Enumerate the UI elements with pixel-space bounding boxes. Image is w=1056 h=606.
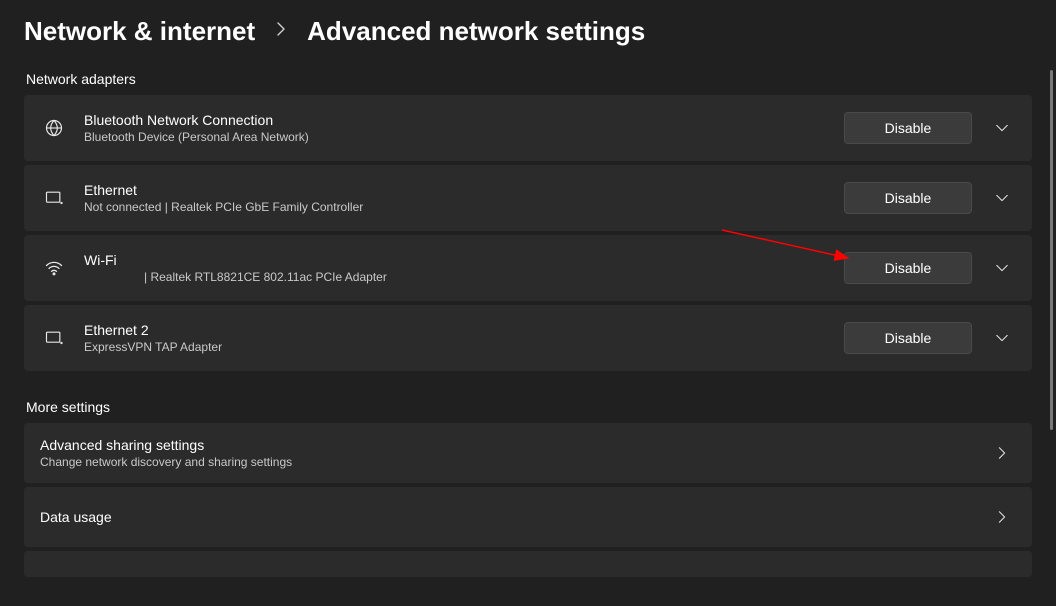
adapter-subtitle: Bluetooth Device (Personal Area Network) <box>84 130 844 144</box>
more-settings-row[interactable] <box>24 551 1032 577</box>
more-row-title: Advanced sharing settings <box>40 437 988 453</box>
globe-icon <box>42 118 66 138</box>
disable-button[interactable]: Disable <box>844 322 972 354</box>
adapter-row[interactable]: Wi-Fi | Realtek RTL8821CE 802.11ac PCIe … <box>24 235 1032 301</box>
adapter-row[interactable]: Ethernet 2 ExpressVPN TAP Adapter Disabl… <box>24 305 1032 371</box>
adapter-title: Bluetooth Network Connection <box>84 112 844 128</box>
more-settings-row[interactable]: Data usage <box>24 487 1032 547</box>
monitor-icon <box>42 188 66 208</box>
adapter-subtitle: | Realtek RTL8821CE 802.11ac PCIe Adapte… <box>84 270 844 284</box>
adapter-row[interactable]: Bluetooth Network Connection Bluetooth D… <box>24 95 1032 161</box>
disable-button[interactable]: Disable <box>844 182 972 214</box>
chevron-down-icon[interactable] <box>988 184 1016 212</box>
adapter-title: Wi-Fi <box>84 252 844 268</box>
adapter-row[interactable]: Ethernet Not connected | Realtek PCIe Gb… <box>24 165 1032 231</box>
disable-button[interactable]: Disable <box>844 252 972 284</box>
chevron-down-icon[interactable] <box>988 114 1016 142</box>
breadcrumb-parent[interactable]: Network & internet <box>24 16 255 47</box>
page-title: Advanced network settings <box>307 16 645 47</box>
adapter-title: Ethernet 2 <box>84 322 844 338</box>
more-settings-row[interactable]: Advanced sharing settings Change network… <box>24 423 1032 483</box>
chevron-down-icon[interactable] <box>988 324 1016 352</box>
section-title-adapters: Network adapters <box>26 71 1032 87</box>
breadcrumb: Network & internet Advanced network sett… <box>24 14 1032 47</box>
chevron-right-icon[interactable] <box>988 503 1016 531</box>
more-row-subtitle: Change network discovery and sharing set… <box>40 455 988 469</box>
adapter-subtitle: Not connected | Realtek PCIe GbE Family … <box>84 200 844 214</box>
disable-button[interactable]: Disable <box>844 112 972 144</box>
adapter-subtitle: ExpressVPN TAP Adapter <box>84 340 844 354</box>
section-title-more: More settings <box>26 399 1032 415</box>
chevron-down-icon[interactable] <box>988 254 1016 282</box>
wifi-icon <box>42 258 66 278</box>
monitor-icon <box>42 328 66 348</box>
more-row-title: Data usage <box>40 509 988 525</box>
adapter-title: Ethernet <box>84 182 844 198</box>
scrollbar[interactable] <box>1050 70 1054 430</box>
chevron-right-icon <box>273 21 289 42</box>
scrollbar-thumb[interactable] <box>1050 70 1053 430</box>
chevron-right-icon[interactable] <box>988 439 1016 467</box>
